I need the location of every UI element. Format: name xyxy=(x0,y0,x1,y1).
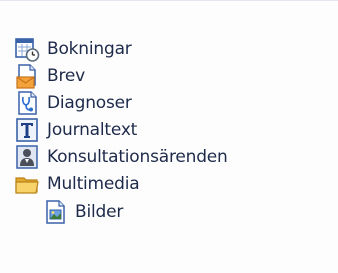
tree-item-label: Bokningar xyxy=(47,39,132,59)
tree-item-diagnoser[interactable]: Diagnoser xyxy=(14,88,132,118)
calendar-clock-icon xyxy=(14,36,40,62)
tree-item-multimedia[interactable]: Multimedia xyxy=(14,169,140,199)
tree-item-bilder[interactable]: Bilder xyxy=(42,197,123,227)
tree-item-konsultationsarenden[interactable]: Konsultationsärenden xyxy=(14,142,228,172)
tree-item-label: Multimedia xyxy=(47,174,140,194)
stethoscope-document-icon xyxy=(14,90,40,116)
tree-item-journaltext[interactable]: Journaltext xyxy=(14,115,137,145)
tree-item-label: Diagnoser xyxy=(47,93,132,113)
tree-item-label: Brev xyxy=(47,66,85,86)
tree-item-bokningar[interactable]: Bokningar xyxy=(14,34,132,64)
person-consultation-icon xyxy=(14,144,40,170)
text-document-icon xyxy=(14,117,40,143)
letter-envelope-icon xyxy=(14,63,40,89)
tree-item-label: Konsultationsärenden xyxy=(47,147,228,167)
folder-icon xyxy=(14,171,40,197)
tree-item-brev[interactable]: Brev xyxy=(14,61,85,91)
tree-item-label: Bilder xyxy=(75,202,124,222)
image-document-icon xyxy=(42,199,68,225)
tree-item-label: Journaltext xyxy=(47,120,138,140)
record-tree: Bokningar Brev Diagnoser Journaltext Kon… xyxy=(0,0,338,273)
